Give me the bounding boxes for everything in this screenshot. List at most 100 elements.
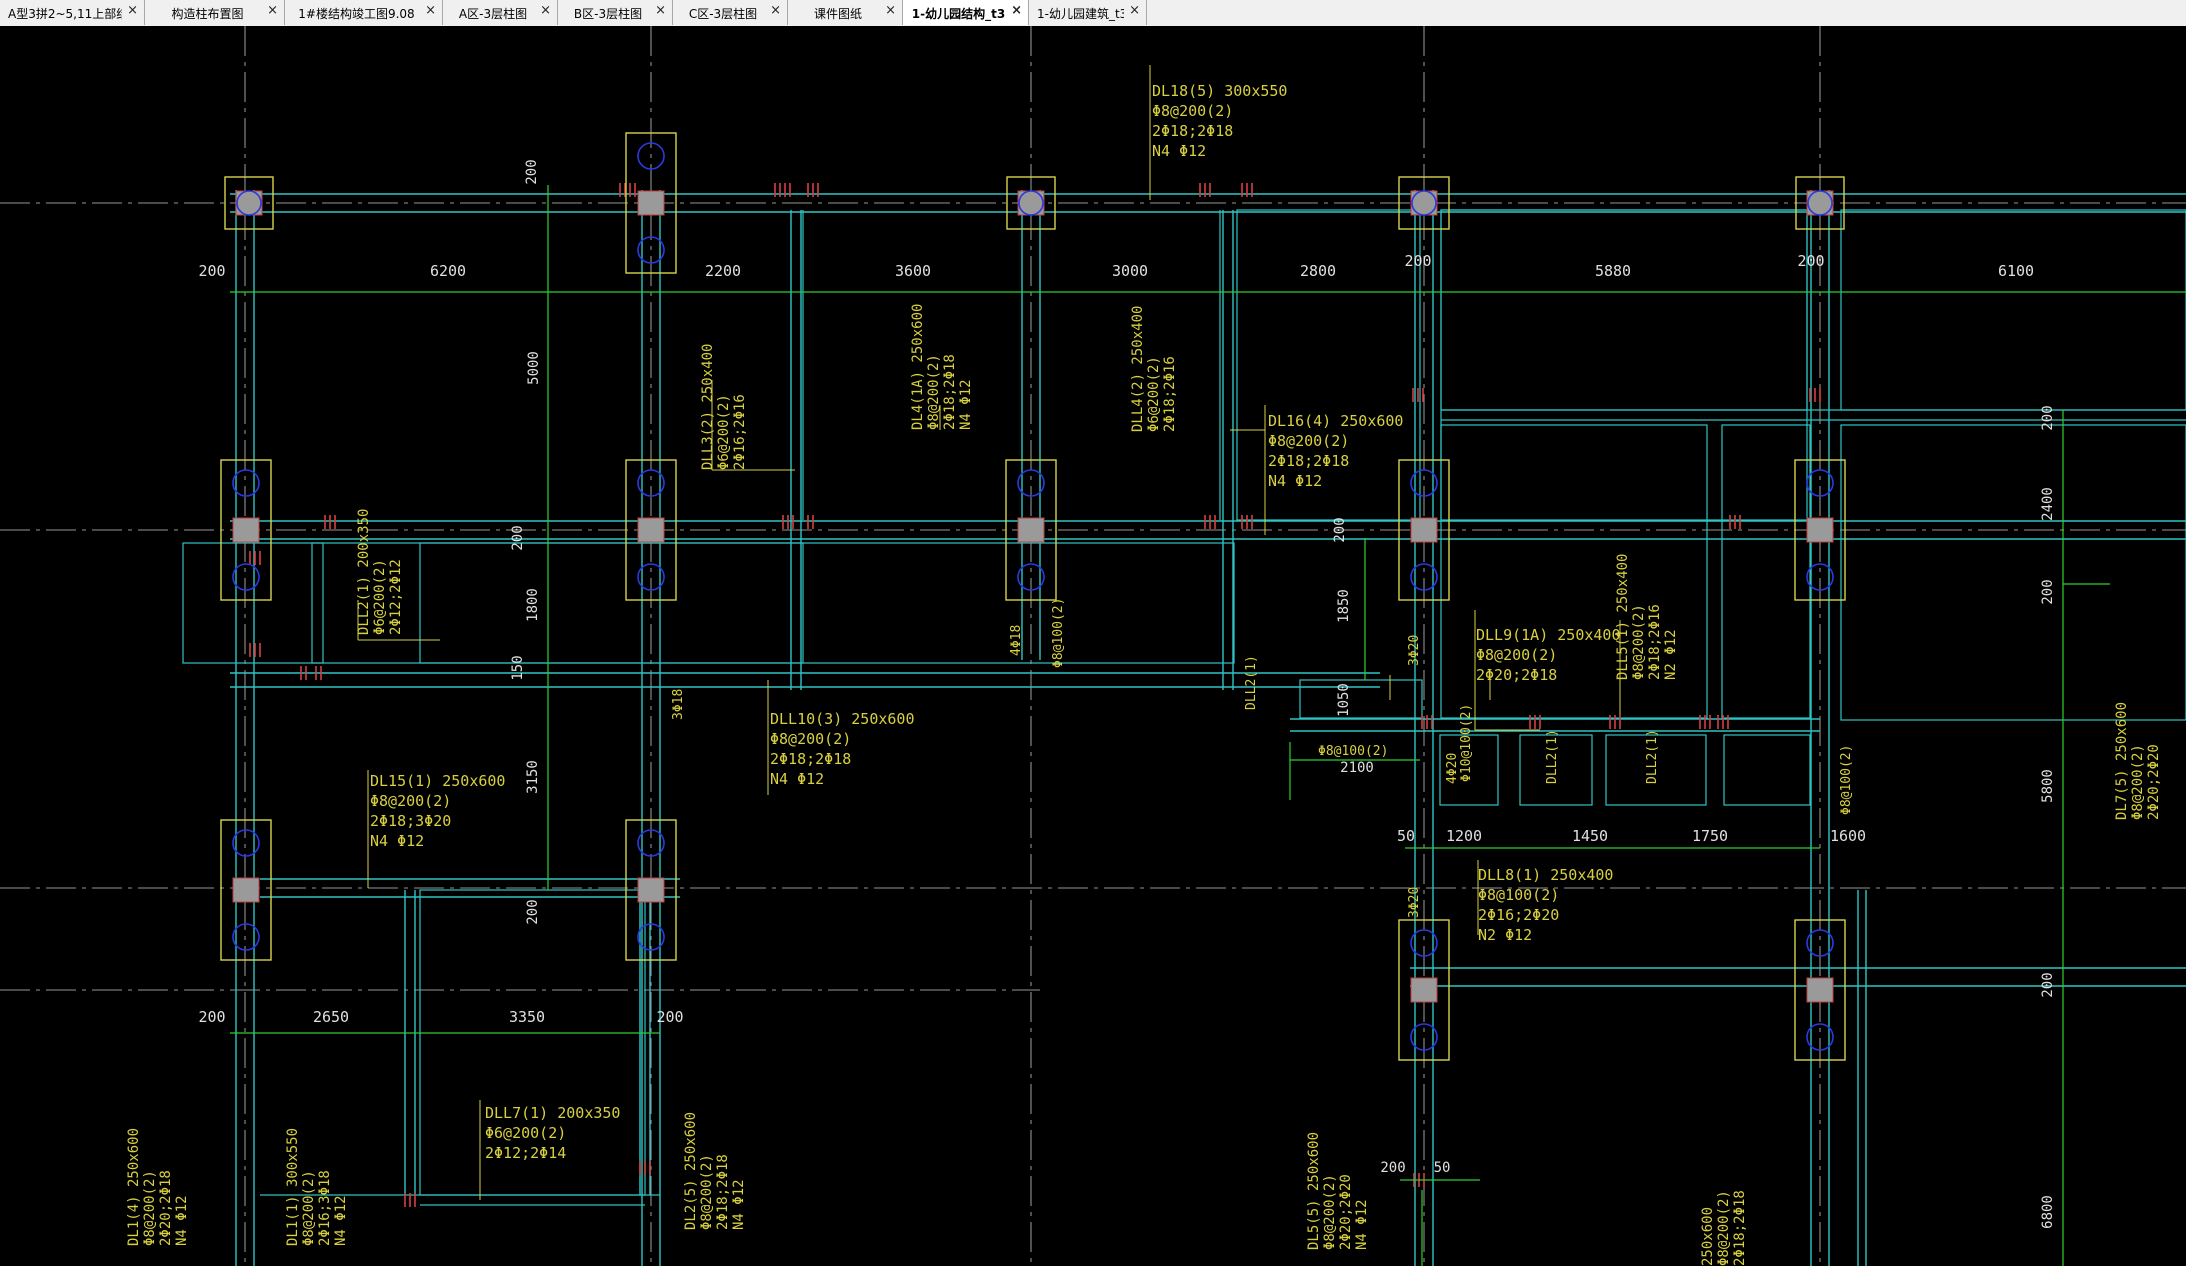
beam-label-line: DL5(5) 250x600 — [1306, 1132, 1322, 1250]
dimension-label: 200 — [198, 262, 225, 280]
dimension-label: 2200 — [705, 262, 741, 280]
tab-2[interactable]: 1#楼结构竣工图9.08 × — [285, 0, 443, 25]
beam-label-line: 2Φ18;2Φ16 — [1647, 604, 1663, 680]
small-rebar-label: Φ8@100(2) — [1839, 745, 1854, 815]
column-section — [637, 517, 665, 543]
small-rebar-label: 4Φ20 — [1445, 753, 1460, 784]
tab-8[interactable]: 1-幼儿园建筑_t3 × — [1029, 0, 1147, 25]
beam-label-line: N2 Φ12 — [1478, 926, 1532, 944]
dimension-label: 1850 — [1336, 589, 1352, 623]
tab-3[interactable]: A区-3层柱图 × — [443, 0, 558, 25]
beam-label-line: Φ8@200(2) — [1322, 1174, 1338, 1250]
beam-label-line: N4 Φ12 — [333, 1195, 349, 1246]
column-section — [1017, 517, 1045, 543]
tab-7[interactable]: 1-幼儿园结构_t3 × — [903, 0, 1029, 25]
tab-5[interactable]: C区-3层柱图 × — [673, 0, 788, 25]
beam-label-line: DL7(5) 250x600 — [2114, 702, 2130, 820]
beam-label-line: Φ8@200(2) — [301, 1170, 317, 1246]
dimension-label: 200 — [1380, 1160, 1405, 1176]
column-section — [637, 877, 665, 903]
beam-label-line: N4 Φ12 — [370, 832, 424, 850]
beam-label-line: DLL4(2) 250x400 — [1130, 306, 1146, 432]
dimension-label: 3350 — [509, 1008, 545, 1026]
beam-label-line: 2Φ18;2Φ18 — [770, 750, 851, 768]
tab-6[interactable]: 课件图纸 × — [788, 0, 903, 25]
beam-label-line: N4 Φ12 — [731, 1179, 747, 1230]
beam-label-line: 2Φ20;2Φ18 — [158, 1170, 174, 1246]
dimension-label: 150 — [510, 655, 526, 680]
tab-close-icon[interactable]: × — [655, 3, 666, 18]
beam-label-line: Φ8@100(2) — [1478, 886, 1559, 904]
drawing-tab-bar: A型3拼2~5,11上部结…×构造柱布置图×1#楼结构竣工图9.08×A区-3层… — [0, 0, 2186, 27]
dimension-label: 200 — [198, 1008, 225, 1026]
column-section — [1410, 517, 1438, 543]
dimension-label: 5880 — [1595, 262, 1631, 280]
column-section — [1806, 517, 1834, 543]
beam-label-line: 2Φ16;2Φ20 — [1478, 906, 1559, 924]
dimension-label: 6100 — [1998, 262, 2034, 280]
beam-label-line: Φ8@200(2) — [2130, 744, 2146, 820]
tab-0[interactable]: A型3拼2~5,11上部结… × — [0, 0, 145, 25]
dimension-label: 2100 — [1340, 760, 1374, 776]
beam-label-line: Φ8@200(2) — [370, 792, 451, 810]
tab-close-icon[interactable]: × — [885, 3, 896, 18]
dimension-label: 5800 — [2040, 769, 2056, 803]
dimension-label: 200 — [510, 525, 526, 550]
beam-label-line: Φ8@200(2) — [926, 354, 942, 430]
tab-label: 构造柱布置图 — [171, 7, 244, 21]
tab-4[interactable]: B区-3层柱图 × — [558, 0, 673, 25]
beam-label-line: Φ8@200(2) — [1631, 604, 1647, 680]
beam-label-line: 2Φ18;2Φ18 — [1268, 452, 1349, 470]
tab-close-icon[interactable]: × — [1011, 3, 1022, 18]
cad-drawing-canvas[interactable]: 200 6200 2200 3600 3000 2800 200 5880 200 6100 200… — [0, 26, 2186, 1266]
beam-label-line: Φ8@200(2) — [1152, 102, 1233, 120]
beam-label-line: Φ6@200(2) — [716, 394, 732, 470]
dimension-label: 3000 — [1112, 262, 1148, 280]
dimension-label: 200 — [1797, 252, 1824, 270]
small-rebar-label: 4Φ18 — [1009, 625, 1024, 656]
dimension-label: 2650 — [313, 1008, 349, 1026]
beam-label-line: Φ6@200(2) — [1146, 356, 1162, 432]
dimension-label: 200 — [2040, 579, 2056, 604]
dimension-label: 200 — [1332, 517, 1348, 542]
tab-label: 1#楼结构竣工图9.08 — [298, 7, 415, 21]
small-rebar-label: 3Φ18 — [671, 689, 686, 720]
beam-label-line: DL1(1) 300x550 — [285, 1128, 301, 1246]
tab-label: 1-幼儿园结构_t3 — [911, 7, 1006, 21]
tab-close-icon[interactable]: × — [540, 3, 551, 18]
tab-label: B区-3层柱图 — [573, 7, 643, 21]
tab-label: 1-幼儿园建筑_t3 — [1037, 7, 1124, 21]
small-rebar-label: DLL2(1) — [1545, 729, 1560, 784]
beam-label-line: Φ8@200(2) — [770, 730, 851, 748]
beam-label-line: Φ6@200(2) — [485, 1124, 566, 1142]
small-rebar-label: 3Φ20 — [1407, 887, 1422, 918]
small-rebar-label: 3Φ20 — [1407, 635, 1422, 666]
beam-label-line: DL16(4) 250x600 — [1268, 412, 1403, 430]
small-rebar-label: DLL2(1) — [1244, 655, 1259, 710]
column-section — [637, 190, 665, 216]
dimension-label: 5000 — [526, 351, 542, 385]
beam-label-line: DLL9(1A) 250x400 — [1476, 626, 1621, 644]
beam-label-line: Φ8@200(2) — [1268, 432, 1349, 450]
beam-label-line: Φ8@200(2) — [699, 1154, 715, 1230]
dimension-label: 6800 — [2040, 1195, 2056, 1229]
beam-label-line: N4 Φ12 — [174, 1195, 190, 1246]
tab-close-icon[interactable]: × — [425, 3, 436, 18]
dimension-label: 2400 — [2040, 487, 2056, 521]
tab-1[interactable]: 构造柱布置图 × — [145, 0, 285, 25]
dimension-label: 1750 — [1692, 827, 1728, 845]
beam-label-line: DL1(4) 250x600 — [126, 1128, 142, 1246]
beam-label-line: 2Φ18;2Φ18 — [715, 1154, 731, 1230]
tab-close-icon[interactable]: × — [1129, 3, 1140, 18]
tab-close-icon[interactable]: × — [127, 3, 138, 18]
dimension-label: 3150 — [525, 760, 541, 794]
tab-label: A区-3层柱图 — [458, 7, 528, 21]
beam-label-line: N4 Φ12 — [958, 379, 974, 430]
beam-label-line: 2Φ12;2Φ14 — [485, 1144, 566, 1162]
tab-close-icon[interactable]: × — [267, 3, 278, 18]
column-section — [232, 517, 260, 543]
tab-close-icon[interactable]: × — [770, 3, 781, 18]
beam-label-line: 2Φ20;2Φ18 — [1476, 666, 1557, 684]
beam-label-line: 2Φ12;2Φ12 — [388, 559, 404, 635]
dimension-label: 3600 — [895, 262, 931, 280]
